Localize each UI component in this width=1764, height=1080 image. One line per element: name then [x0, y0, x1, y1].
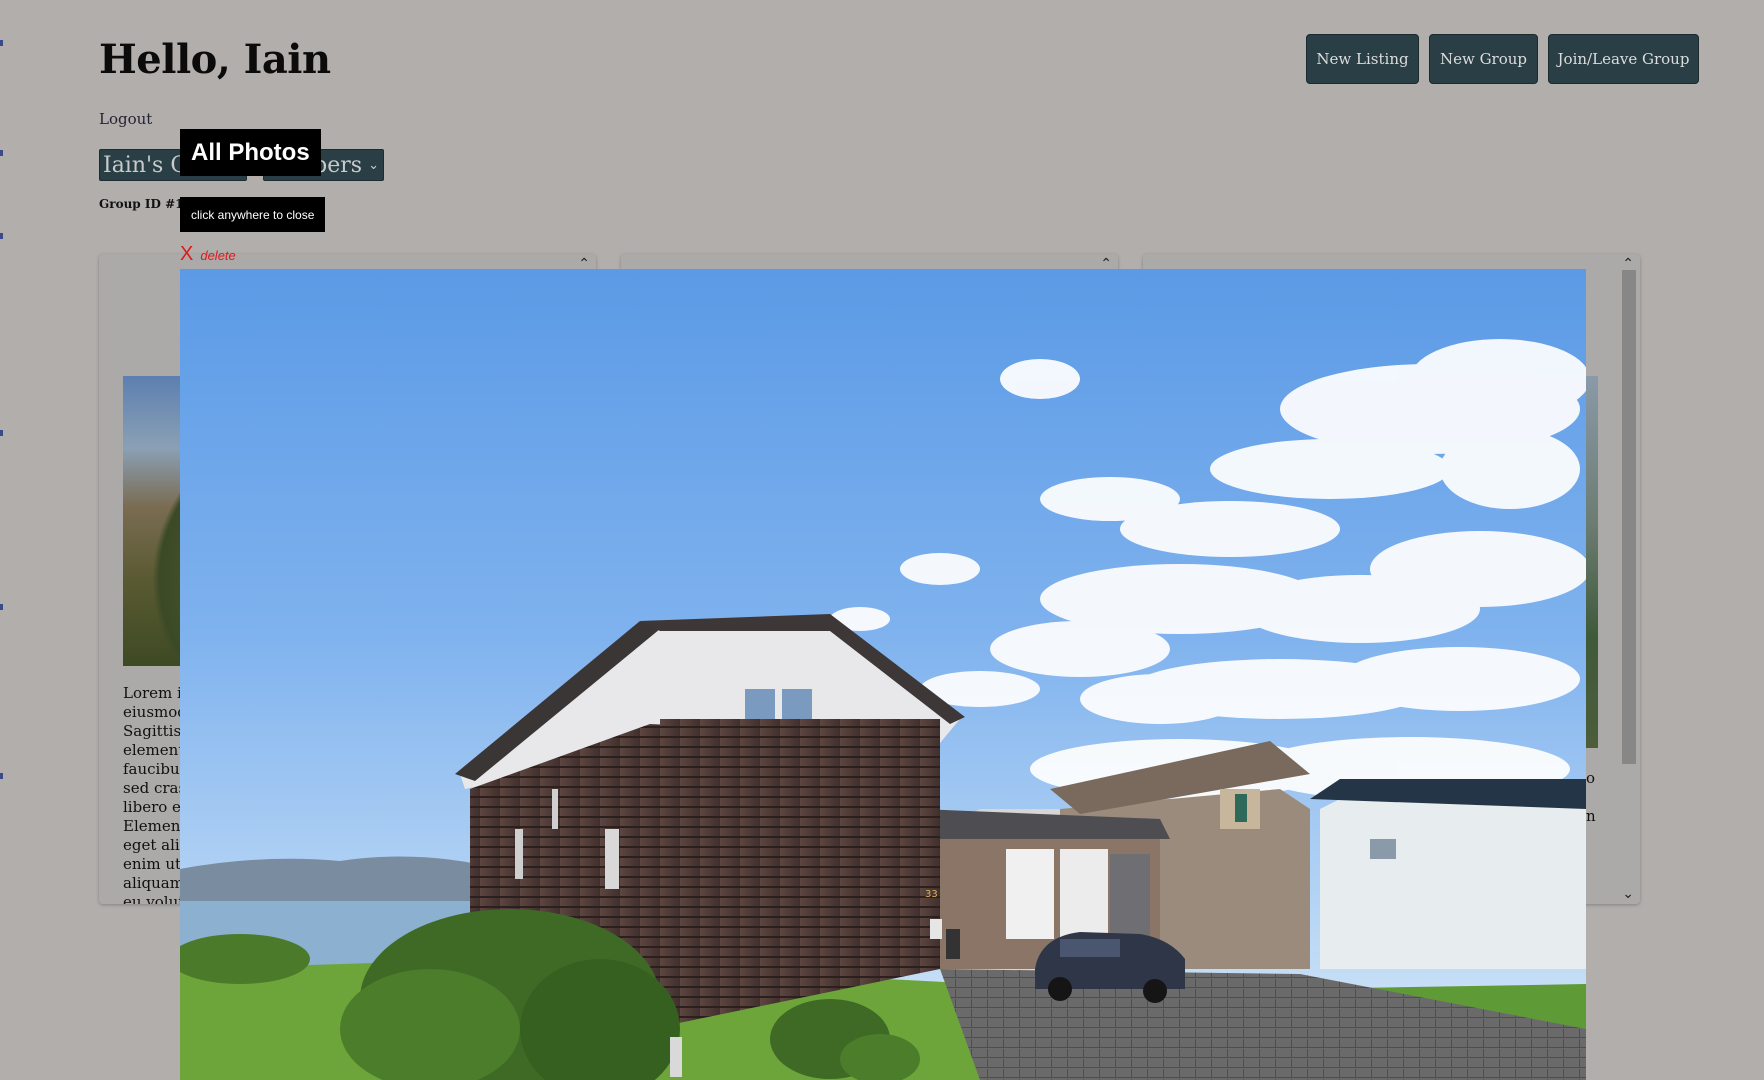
- panel-scrollbar[interactable]: [1622, 270, 1636, 764]
- page-edge-mark: [0, 773, 3, 779]
- modal-photo[interactable]: 33: [180, 269, 1586, 1080]
- listing-text-line: o: [1586, 769, 1596, 787]
- listing-text-line: n: [1586, 807, 1596, 825]
- page-edge-mark: [0, 430, 3, 436]
- page-edge-mark: [0, 40, 3, 46]
- page-edge-mark: [0, 233, 3, 239]
- new-group-button[interactable]: New Group: [1429, 34, 1538, 84]
- mailbox: [930, 919, 942, 939]
- delete-label: delete: [200, 248, 236, 263]
- listing-photo[interactable]: [1586, 376, 1598, 748]
- close-icon: X: [180, 243, 194, 265]
- house-number: 33: [925, 889, 938, 900]
- chevron-down-icon: ⌄: [368, 157, 379, 173]
- page-edge-mark: [0, 604, 3, 610]
- page-edge-mark: [0, 150, 3, 156]
- logout-link[interactable]: Logout: [99, 110, 152, 128]
- join-leave-group-button[interactable]: Join/Leave Group: [1548, 34, 1699, 84]
- page-title: Hello, Iain: [99, 36, 331, 83]
- chevron-down-icon[interactable]: ⌄: [1622, 886, 1634, 902]
- new-listing-button[interactable]: New Listing: [1306, 34, 1419, 84]
- group-id-label: Group ID #15: [99, 197, 192, 211]
- modal-close-hint[interactable]: click anywhere to close: [180, 197, 326, 232]
- garden-post: [670, 1037, 682, 1077]
- delete-photo-button[interactable]: X delete: [180, 244, 236, 264]
- modal-title: All Photos: [180, 129, 321, 176]
- garden-planter: [946, 929, 960, 959]
